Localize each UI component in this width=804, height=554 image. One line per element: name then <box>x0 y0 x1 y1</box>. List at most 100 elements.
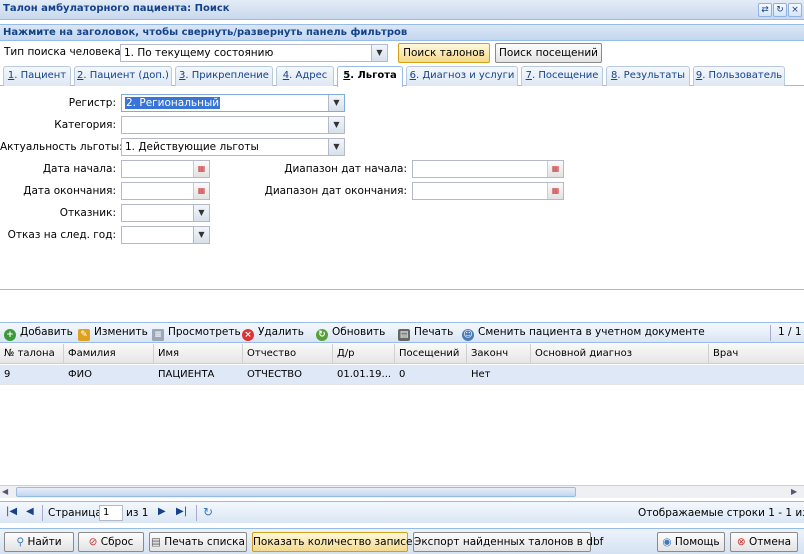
reset-button[interactable]: ⊘ Сброс <box>78 532 144 552</box>
category-label: Категория: <box>54 119 116 131</box>
register-value: 2. Региональный <box>125 97 221 109</box>
printer-icon: ▤ <box>398 329 410 341</box>
chevron-down-icon[interactable]: ▼ <box>328 139 344 155</box>
refusal-next-year-combo[interactable]: ▼ <box>121 226 210 244</box>
chevron-down-icon[interactable]: ▼ <box>193 227 209 243</box>
help-icon: ◉ <box>662 536 675 548</box>
cell-patronymic: ОТЧЕСТВО <box>247 369 302 380</box>
view-button[interactable]: ≡ Просмотреть <box>152 326 241 341</box>
chevron-down-icon[interactable]: ▼ <box>193 205 209 221</box>
tab-address[interactable]: 4. Адрес <box>276 66 334 86</box>
horizontal-scrollbar[interactable]: ◀ ▶ <box>0 485 804 498</box>
chevron-down-icon[interactable]: ▼ <box>328 117 344 133</box>
cell-doctor <box>709 365 804 385</box>
relevance-value: 1. Действующие льготы <box>125 141 259 153</box>
start-date-label: Дата начала: <box>42 163 116 175</box>
column-header-surname[interactable]: Фамилия <box>64 344 154 364</box>
page-total: из 1 <box>126 507 149 519</box>
tab-patient[interactable]: 1. Пациент <box>3 66 71 86</box>
calendar-icon[interactable]: ▦ <box>547 183 563 199</box>
tab-patient-extra[interactable]: 2. Пациент (доп.) <box>74 66 172 86</box>
refresh-button[interactable]: ↻ Обновить <box>316 326 385 341</box>
tab-visit[interactable]: 7. Посещение <box>521 66 603 86</box>
column-header-name[interactable]: Имя <box>154 344 243 364</box>
tab-results[interactable]: 8. Результаты <box>606 66 690 86</box>
close-icon[interactable]: × <box>788 3 802 17</box>
relevance-combo[interactable]: 1. Действующие льготы ▼ <box>121 138 345 156</box>
prev-page-icon[interactable]: ◀ <box>26 506 34 517</box>
cancel-icon: ⊗ <box>736 536 750 548</box>
pager: |◀ ◀ Страница 1 из 1 ▶ ▶| ↻ Отображаемые… <box>0 501 804 523</box>
restore-icon[interactable]: ⇄ <box>758 3 772 17</box>
scroll-left-icon[interactable]: ◀ <box>2 487 12 497</box>
refresh-icon: ↻ <box>316 329 328 341</box>
start-date-field[interactable]: ▦ <box>121 160 210 178</box>
first-page-icon[interactable]: |◀ <box>6 506 17 517</box>
tab-user[interactable]: 9. Пользователь <box>693 66 785 86</box>
range-end-label: Диапазон дат окончания: <box>264 185 407 197</box>
refresh-window-icon[interactable]: ↻ <box>773 3 787 17</box>
search-icon: ⚲ <box>16 536 28 548</box>
range-end-field[interactable]: ▦ <box>412 182 564 200</box>
window-title: Талон амбулаторного пациента: Поиск <box>3 3 230 14</box>
add-button[interactable]: + Добавить <box>4 326 73 341</box>
edit-button[interactable]: ✎ Изменить <box>78 326 148 341</box>
divider <box>770 325 771 341</box>
category-combo[interactable]: ▼ <box>121 116 345 134</box>
calendar-icon[interactable]: ▦ <box>193 183 209 199</box>
scrollbar-thumb[interactable] <box>16 487 576 497</box>
column-header-main-diagnosis[interactable]: Основной диагноз <box>531 344 709 364</box>
divider <box>0 289 804 290</box>
cell-birthdate: 01.01.19... <box>337 369 392 380</box>
tab-benefit[interactable]: 5. Льгота <box>337 66 403 87</box>
cell-surname: ФИО <box>68 369 92 380</box>
calendar-icon[interactable]: ▦ <box>547 161 563 177</box>
print-list-button[interactable]: ▤ Печать списка <box>149 532 247 552</box>
column-header-ticket[interactable]: № талона <box>0 344 64 364</box>
reset-icon: ⊘ <box>88 536 101 548</box>
bottom-bar: ⚲ Найти ⊘ Сброс ▤ Печать списка Показать… <box>0 528 804 554</box>
register-combo[interactable]: 2. Региональный ▼ <box>121 94 345 112</box>
export-dbf-button[interactable]: Экспорт найденных талонов в dbf <box>413 532 603 552</box>
refuser-combo[interactable]: ▼ <box>121 204 210 222</box>
column-header-patronymic[interactable]: Отчество <box>243 344 333 364</box>
record-count: 1 / 1 <box>778 326 802 338</box>
rows-status: Отображаемые строки 1 - 1 из 1 <box>638 507 804 519</box>
range-start-label: Диапазон дат начала: <box>284 163 407 175</box>
page-input[interactable]: 1 <box>99 505 123 521</box>
cell-name: ПАЦИЕНТА <box>158 369 215 380</box>
range-start-field[interactable]: ▦ <box>412 160 564 178</box>
column-header-visits[interactable]: Посещений <box>395 344 467 364</box>
refresh-icon[interactable]: ↻ <box>203 505 213 519</box>
cell-finished: Нет <box>471 369 491 380</box>
end-date-label: Дата окончания: <box>23 185 116 197</box>
column-header-birthdate[interactable]: Д/р <box>333 344 395 364</box>
find-button[interactable]: ⚲ Найти <box>4 532 74 552</box>
register-label: Регистр: <box>68 97 116 109</box>
change-patient-button[interactable]: ☺ Сменить пациента в учетном документе <box>462 326 705 341</box>
document-icon: ≡ <box>152 329 164 341</box>
help-button[interactable]: ◉ Помощь <box>657 532 725 552</box>
delete-button[interactable]: × Удалить <box>242 326 304 341</box>
column-header-finished[interactable]: Законч <box>467 344 531 364</box>
search-visits-button[interactable]: Поиск посещений <box>495 43 602 63</box>
add-icon: + <box>4 329 16 341</box>
cell-visits: 0 <box>399 369 406 380</box>
search-type-combo[interactable]: 1. По текущему состоянию ▼ <box>120 44 388 62</box>
scroll-right-icon[interactable]: ▶ <box>791 487 801 497</box>
last-page-icon[interactable]: ▶| <box>176 506 187 517</box>
print-button[interactable]: ▤ Печать <box>398 326 453 341</box>
column-header-doctor[interactable]: Врач <box>709 344 804 364</box>
table-row[interactable]: 9 ФИО ПАЦИЕНТА ОТЧЕСТВО 01.01.19... 0 Не… <box>0 365 804 385</box>
tab-attachment[interactable]: 3. Прикрепление <box>175 66 273 86</box>
cancel-button[interactable]: ⊗ Отмена <box>730 532 798 552</box>
search-tickets-button[interactable]: Поиск талонов <box>398 43 490 63</box>
calendar-icon[interactable]: ▦ <box>193 161 209 177</box>
chevron-down-icon[interactable]: ▼ <box>328 95 344 111</box>
tab-diagnosis-services[interactable]: 6. Диагноз и услуги <box>406 66 518 86</box>
next-page-icon[interactable]: ▶ <box>158 506 166 517</box>
chevron-down-icon[interactable]: ▼ <box>371 45 387 61</box>
filter-panel-header[interactable]: Нажмите на заголовок, чтобы свернуть/раз… <box>0 24 804 41</box>
end-date-field[interactable]: ▦ <box>121 182 210 200</box>
show-count-button[interactable]: Показать количество записей <box>252 532 419 552</box>
